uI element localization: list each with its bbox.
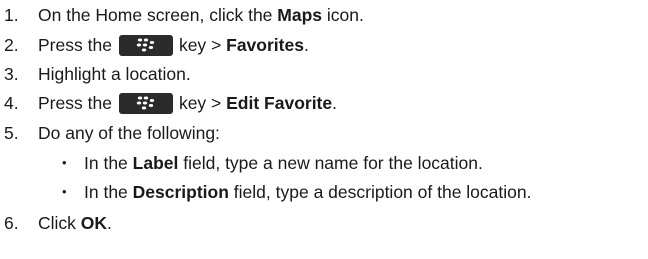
step-text-bold: Edit Favorite	[226, 93, 333, 113]
step-number: 2.	[4, 35, 19, 55]
substep-text-pre: In the	[84, 153, 133, 173]
step-text-end: .	[107, 213, 112, 233]
substep-text-post: field, type a description of the locatio…	[228, 182, 532, 202]
substep-text-post: field, type a new name for the location.	[178, 153, 483, 173]
step-number: 5.	[4, 123, 19, 143]
substep-text-bold: Description	[132, 182, 229, 202]
step-text: Press the key > Edit Favorite.	[38, 92, 337, 114]
substep-text: In the Description field, type a descrip…	[84, 182, 531, 202]
step-text: Press the key > Favorites.	[38, 34, 309, 56]
step-number: 4.	[4, 93, 19, 113]
step-number: 6.	[4, 213, 19, 233]
step-text: Highlight a location.	[38, 64, 191, 84]
blackberry-menu-key-icon	[118, 34, 173, 56]
step-number: 1.	[4, 5, 19, 25]
step-text-post: icon.	[322, 5, 364, 25]
step-text-end: .	[303, 35, 309, 55]
step-text-bold: OK	[80, 213, 108, 233]
bullet: •	[62, 184, 67, 199]
step-text-pre: Press the	[38, 93, 112, 113]
bullet: •	[62, 155, 67, 170]
step-text-pre: Press the	[38, 35, 112, 55]
step-text-post: key >	[178, 35, 227, 55]
step-text: On the Home screen, click the Maps icon.	[38, 5, 364, 25]
step-text: Click OK.	[38, 213, 112, 233]
step-text-end: .	[332, 93, 337, 113]
substep-text: In the Label field, type a new name for …	[84, 153, 483, 173]
blackberry-menu-key-icon	[118, 92, 173, 114]
step-number: 3.	[4, 64, 19, 84]
step-text-pre: Click	[38, 213, 81, 233]
step-text: Do any of the following:	[38, 123, 220, 143]
substep-text-pre: In the	[84, 182, 133, 202]
step-text-bold: Favorites	[226, 35, 304, 55]
step-text-bold: Maps	[277, 5, 323, 25]
substep-text-bold: Label	[132, 153, 179, 173]
step-text-post: key >	[178, 93, 227, 113]
step-text-pre: On the Home screen, click the	[38, 5, 278, 25]
